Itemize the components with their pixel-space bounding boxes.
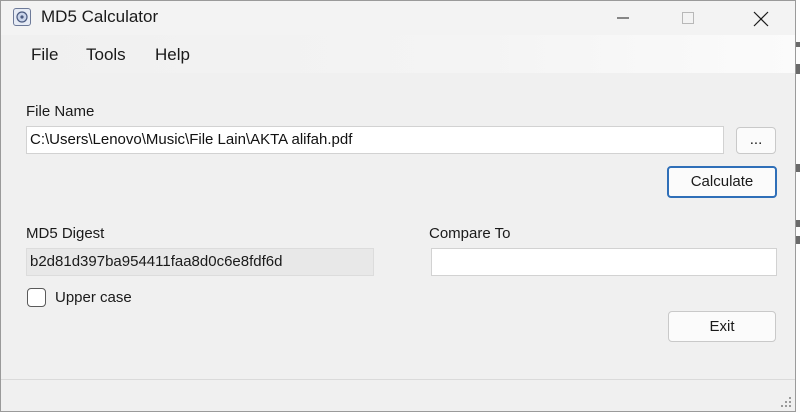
- menu-bar: File Tools Help: [1, 35, 795, 73]
- title-bar[interactable]: MD5 Calculator: [1, 1, 795, 35]
- minimize-icon: [617, 17, 629, 19]
- md5-digest-field[interactable]: b2d81d397ba954411faa8d0c6e8fdf6d: [26, 248, 374, 276]
- close-icon: [753, 11, 769, 27]
- minimize-button[interactable]: [601, 1, 647, 35]
- maximize-icon: [682, 12, 694, 24]
- menu-help[interactable]: Help: [155, 45, 190, 65]
- close-button[interactable]: [737, 1, 783, 35]
- menu-file[interactable]: File: [31, 45, 58, 65]
- maximize-button[interactable]: [665, 1, 711, 35]
- file-name-input[interactable]: C:\Users\Lenovo\Music\File Lain\AKTA ali…: [26, 126, 724, 154]
- file-name-label: File Name: [26, 103, 95, 120]
- app-icon: [13, 8, 31, 26]
- md5-digest-label: MD5 Digest: [26, 225, 105, 242]
- menu-tools[interactable]: Tools: [86, 45, 126, 65]
- md5-calculator-window: MD5 Calculator File Tools Help File Name…: [0, 0, 796, 412]
- uppercase-checkbox[interactable]: [27, 288, 46, 307]
- status-separator: [1, 379, 795, 380]
- compare-to-label: Compare To: [429, 225, 511, 242]
- exit-button[interactable]: Exit: [668, 311, 776, 342]
- uppercase-label[interactable]: Upper case: [55, 289, 132, 306]
- window-title: MD5 Calculator: [41, 7, 159, 26]
- browse-button[interactable]: ...: [736, 127, 776, 154]
- resize-grip-icon[interactable]: [777, 393, 793, 409]
- compare-to-input[interactable]: [431, 248, 777, 276]
- calculate-button[interactable]: Calculate: [667, 166, 777, 198]
